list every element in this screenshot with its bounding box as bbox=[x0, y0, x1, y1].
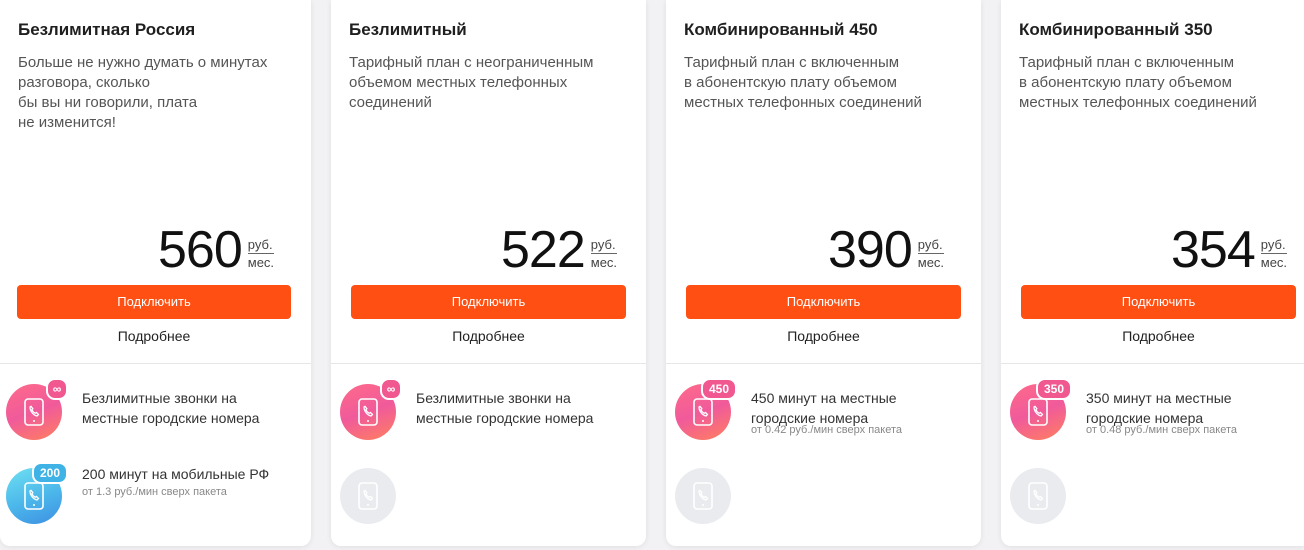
connect-button[interactable]: Подключить bbox=[351, 285, 626, 319]
details-link[interactable]: Подробнее bbox=[351, 328, 626, 344]
price-unit-period: мес. bbox=[1260, 255, 1288, 270]
feature-item: ∞ Безлимитные звонки на местные городски… bbox=[340, 378, 640, 446]
tariff-price: 390 руб. мес. bbox=[828, 221, 945, 279]
tariff-price: 560 руб. мес. bbox=[158, 221, 275, 279]
connect-button[interactable]: Подключить bbox=[17, 285, 291, 319]
connect-button[interactable]: Подключить bbox=[686, 285, 961, 319]
price-unit-period: мес. bbox=[917, 255, 945, 270]
price-unit: руб. мес. bbox=[590, 236, 618, 271]
tariff-description: Тарифный план с включенным в абонентскую… bbox=[1019, 54, 1257, 111]
price-value: 522 bbox=[501, 221, 586, 279]
tariff-title: Комбинированный 350 bbox=[1019, 20, 1213, 39]
feature-item: ∞ Безлимитные звонки на местные городски… bbox=[6, 378, 306, 446]
divider bbox=[331, 363, 646, 364]
divider bbox=[1001, 363, 1304, 364]
tariff-price: 354 руб. мес. bbox=[1171, 221, 1288, 279]
price-unit: руб. мес. bbox=[917, 236, 945, 271]
price-unit: руб. мес. bbox=[247, 236, 275, 271]
price-unit-currency: руб. bbox=[590, 237, 618, 254]
tariff-card-bezlimitny: Безлимитный Тарифный план с неограниченн… bbox=[331, 0, 646, 546]
minutes-badge: 450 bbox=[701, 378, 737, 400]
details-link[interactable]: Подробнее bbox=[1021, 328, 1296, 344]
tariff-description: Тарифный план с включенным в абонентскую… bbox=[684, 54, 922, 111]
tariff-description: Тарифный план с неограниченным объемом м… bbox=[349, 54, 594, 111]
feature-text: Безлимитные звонки на местные городские … bbox=[416, 390, 594, 426]
tariff-description: Больше не нужно думать о минутах разгово… bbox=[18, 54, 268, 131]
infinity-badge: ∞ bbox=[380, 378, 402, 400]
price-unit-period: мес. bbox=[590, 255, 618, 270]
feature-item: 200 200 минут на мобильные РФ от 1.3 руб… bbox=[6, 462, 306, 530]
price-value: 390 bbox=[828, 221, 913, 279]
details-link[interactable]: Подробнее bbox=[17, 328, 291, 344]
price-unit-currency: руб. bbox=[917, 237, 945, 254]
price-value: 354 bbox=[1171, 221, 1256, 279]
feature-text: 200 минут на мобильные РФ bbox=[82, 466, 270, 482]
tariff-title: Безлимитная Россия bbox=[18, 20, 196, 39]
price-unit-currency: руб. bbox=[247, 237, 275, 254]
price-unit-period: мес. bbox=[247, 255, 275, 270]
tariff-card-kombinirovanny-450: Комбинированный 450 Тарифный план с вклю… bbox=[666, 0, 981, 546]
feature-text: Безлимитные звонки на местные городские … bbox=[82, 390, 260, 426]
feature-item-inactive bbox=[340, 468, 640, 530]
tariff-card-bezlimitnaya-rossiya: Безлимитная Россия Больше не нужно думат… bbox=[0, 0, 311, 546]
feature-item-inactive bbox=[675, 468, 975, 530]
price-value: 560 bbox=[158, 221, 243, 279]
phone-icon bbox=[675, 468, 731, 524]
phone-icon bbox=[340, 468, 396, 524]
tariff-price: 522 руб. мес. bbox=[501, 221, 618, 279]
divider bbox=[666, 363, 981, 364]
minutes-badge: 350 bbox=[1036, 378, 1072, 400]
feature-subtext: от 1.3 руб./мин сверх пакета bbox=[82, 486, 227, 498]
connect-button[interactable]: Подключить bbox=[1021, 285, 1296, 319]
tariff-title: Безлимитный bbox=[349, 20, 467, 39]
infinity-badge: ∞ bbox=[46, 378, 68, 400]
feature-item: 450 450 минут на местные городские номер… bbox=[675, 378, 975, 446]
feature-item: 350 350 минут на местные городские номер… bbox=[1010, 378, 1304, 446]
tariff-title: Комбинированный 450 bbox=[684, 20, 878, 39]
tariff-card-kombinirovanny-350: Комбинированный 350 Тарифный план с вклю… bbox=[1001, 0, 1304, 546]
feature-subtext: от 0.48 руб./мин сверх пакета bbox=[1086, 424, 1237, 436]
phone-icon bbox=[1010, 468, 1066, 524]
feature-item-inactive bbox=[1010, 468, 1304, 530]
divider bbox=[0, 363, 311, 364]
feature-subtext: от 0.42 руб./мин сверх пакета bbox=[751, 424, 902, 436]
price-unit: руб. мес. bbox=[1260, 236, 1288, 271]
feature-text: 450 минут на местные городские номера bbox=[751, 390, 897, 426]
minutes-badge: 200 bbox=[32, 462, 68, 484]
details-link[interactable]: Подробнее bbox=[686, 328, 961, 344]
feature-text: 350 минут на местные городские номера bbox=[1086, 390, 1232, 426]
price-unit-currency: руб. bbox=[1260, 237, 1288, 254]
